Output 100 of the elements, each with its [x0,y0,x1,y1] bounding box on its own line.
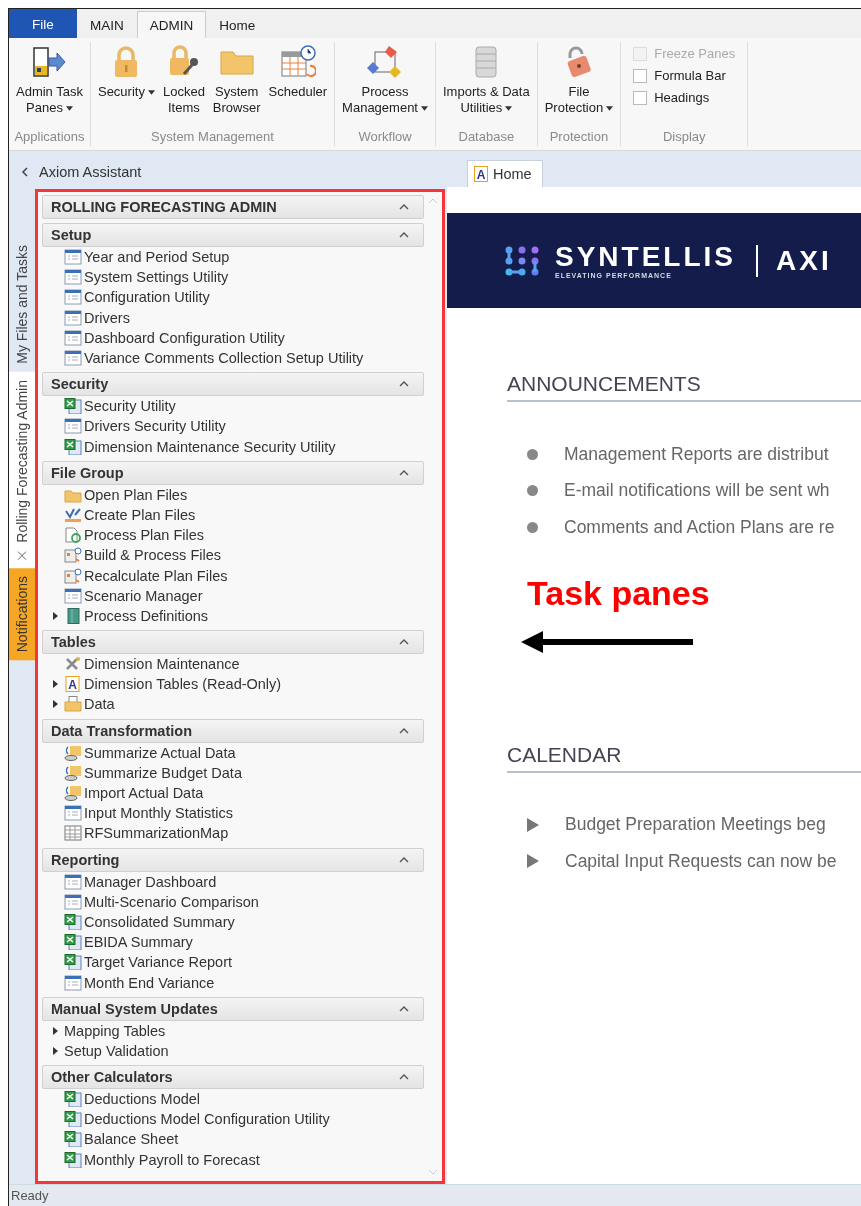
task-link[interactable]: Process Plan Files [84,527,205,544]
document-tab[interactable]: A Home [467,160,543,187]
ribbon-button[interactable]: System Browser [209,42,264,129]
expand-arrow-icon[interactable] [52,1026,58,1035]
task-link[interactable]: Data [84,696,115,713]
form-icon [64,418,82,435]
task-link[interactable]: System Settings Utility [84,269,229,286]
task-link[interactable]: Recalculate Plan Files [84,567,228,584]
side-tab[interactable]: Rolling Forecasting Admin [9,371,35,569]
task-link[interactable]: Multi-Scenario Comparison [84,893,259,910]
checkbox[interactable]: Headings [633,90,736,105]
bullet-icon [527,448,538,460]
close-icon[interactable] [17,550,27,561]
triangle-bullet-icon [527,854,539,869]
ribbon-group-label: Protection [548,129,610,146]
task-link[interactable]: Monthly Payroll to Forecast [84,1151,260,1168]
task-link[interactable]: Month End Variance [84,974,215,991]
ribbon-group-label: Workflow [357,129,413,146]
task-link[interactable]: Variance Comments Collection Setup Utility [84,350,364,367]
spreadsheet-icon [64,1151,82,1168]
task-link[interactable]: Year and Period Setup [84,249,230,266]
form-icon [64,873,82,890]
ribbon-button[interactable]: Admin Task Panes [13,42,86,129]
ribbon-button[interactable]: Scheduler [265,42,331,129]
task-link[interactable]: Security Utility [84,398,176,415]
ribbon-button[interactable]: File Protection [541,42,617,129]
task-link[interactable]: Create Plan Files [84,506,196,523]
task-link[interactable]: Summarize Budget Data [84,764,242,781]
side-tab[interactable]: Notifications [9,568,35,661]
form-icon [64,587,82,604]
task-link[interactable]: Manager Dashboard [84,873,217,890]
task-link[interactable]: Deductions Model [84,1091,201,1108]
section-header[interactable]: Other Calculators [42,1065,424,1089]
section-header[interactable]: Security [42,372,424,397]
spreadsheet-icon [64,934,82,951]
task-link[interactable]: Setup Validation [64,1042,169,1059]
triangle-bullet-icon [527,817,539,832]
section-header[interactable]: Tables [42,630,424,654]
section-title: ANNOUNCEMENTS [507,372,861,402]
ribbon-button[interactable]: Locked Items [159,42,208,129]
ribbon-tab[interactable]: MAIN [77,11,137,38]
checkbox[interactable]: Formula Bar [633,68,736,83]
spreadsheet-icon [64,398,82,415]
announcement-text: Management Reports are distribut [564,443,829,465]
spreadsheet-icon [64,913,82,930]
task-link[interactable]: Import Actual Data [84,785,204,802]
spreadsheet-icon [64,1111,82,1128]
expand-arrow-icon[interactable] [52,611,58,620]
pane-header[interactable]: ROLLING FORECASTING ADMIN [42,195,424,219]
collapse-chevron-icon[interactable] [21,167,29,177]
table-icon [64,825,82,842]
task-link[interactable]: Drivers [84,309,130,326]
section-header[interactable]: File Group [42,460,424,485]
expand-arrow-icon[interactable] [52,1046,58,1055]
task-link[interactable]: Process Definitions [84,607,209,624]
ribbon-group-label: Applications [13,129,86,146]
task-link[interactable]: Dimension Maintenance [84,656,240,673]
section-header[interactable]: Reporting [42,847,424,872]
task-link[interactable]: Mapping Tables [64,1022,166,1039]
expand-arrow-icon[interactable] [52,680,58,689]
folder-document-icon [64,696,82,713]
section-header[interactable]: Manual System Updates [42,996,424,1021]
form-icon [64,893,82,910]
task-link[interactable]: Dashboard Configuration Utility [84,329,285,346]
task-link[interactable]: Balance Sheet [84,1131,179,1148]
database-folder-icon [64,785,82,802]
ribbon-tab[interactable]: Home [206,11,269,38]
bullet-icon [527,485,538,497]
task-link[interactable]: Deductions Model Configuration Utility [84,1111,330,1128]
ribbon-button[interactable]: Security [94,42,158,129]
calendar-text: Budget Preparation Meetings beg [565,814,826,836]
dropdown-caret-icon [147,89,155,95]
calendar-clock-icon [279,44,316,80]
task-link[interactable]: Configuration Utility [84,289,210,306]
ribbon-button[interactable]: Imports & Data Utilities [440,42,533,129]
file-menu-button[interactable]: File [9,9,77,38]
task-link[interactable]: Scenario Manager [84,587,203,604]
task-link[interactable]: Consolidated Summary [84,913,235,930]
task-link[interactable]: Open Plan Files [84,486,188,503]
ribbon-button[interactable]: Process Management [339,42,431,129]
task-link[interactable]: Target Variance Report [84,954,233,971]
task-link[interactable]: Input Monthly Statistics [84,805,234,822]
binder-icon [64,607,82,624]
spreadsheet-icon [64,1131,82,1148]
task-link[interactable]: Dimension Maintenance Security Utility [84,438,336,455]
chevron-up-icon [399,856,409,863]
expand-arrow-icon[interactable] [52,700,58,709]
section-header[interactable]: Setup [42,223,424,247]
chevron-up-icon [399,639,409,645]
spreadsheet-icon [64,954,82,971]
ribbon-tab[interactable]: ADMIN [136,11,207,38]
calculator-clock-icon [64,567,82,584]
task-link[interactable]: Summarize Actual Data [84,744,236,761]
task-link[interactable]: Build & Process Files [84,547,221,564]
task-link[interactable]: RFSummarizationMap [84,825,229,842]
task-link[interactable]: Dimension Tables (Read-Only) [84,676,282,693]
section-header[interactable]: Data Transformation [42,718,424,743]
form-icon [64,329,82,346]
task-link[interactable]: Drivers Security Utility [84,418,226,435]
task-link[interactable]: EBIDA Summary [84,934,193,951]
